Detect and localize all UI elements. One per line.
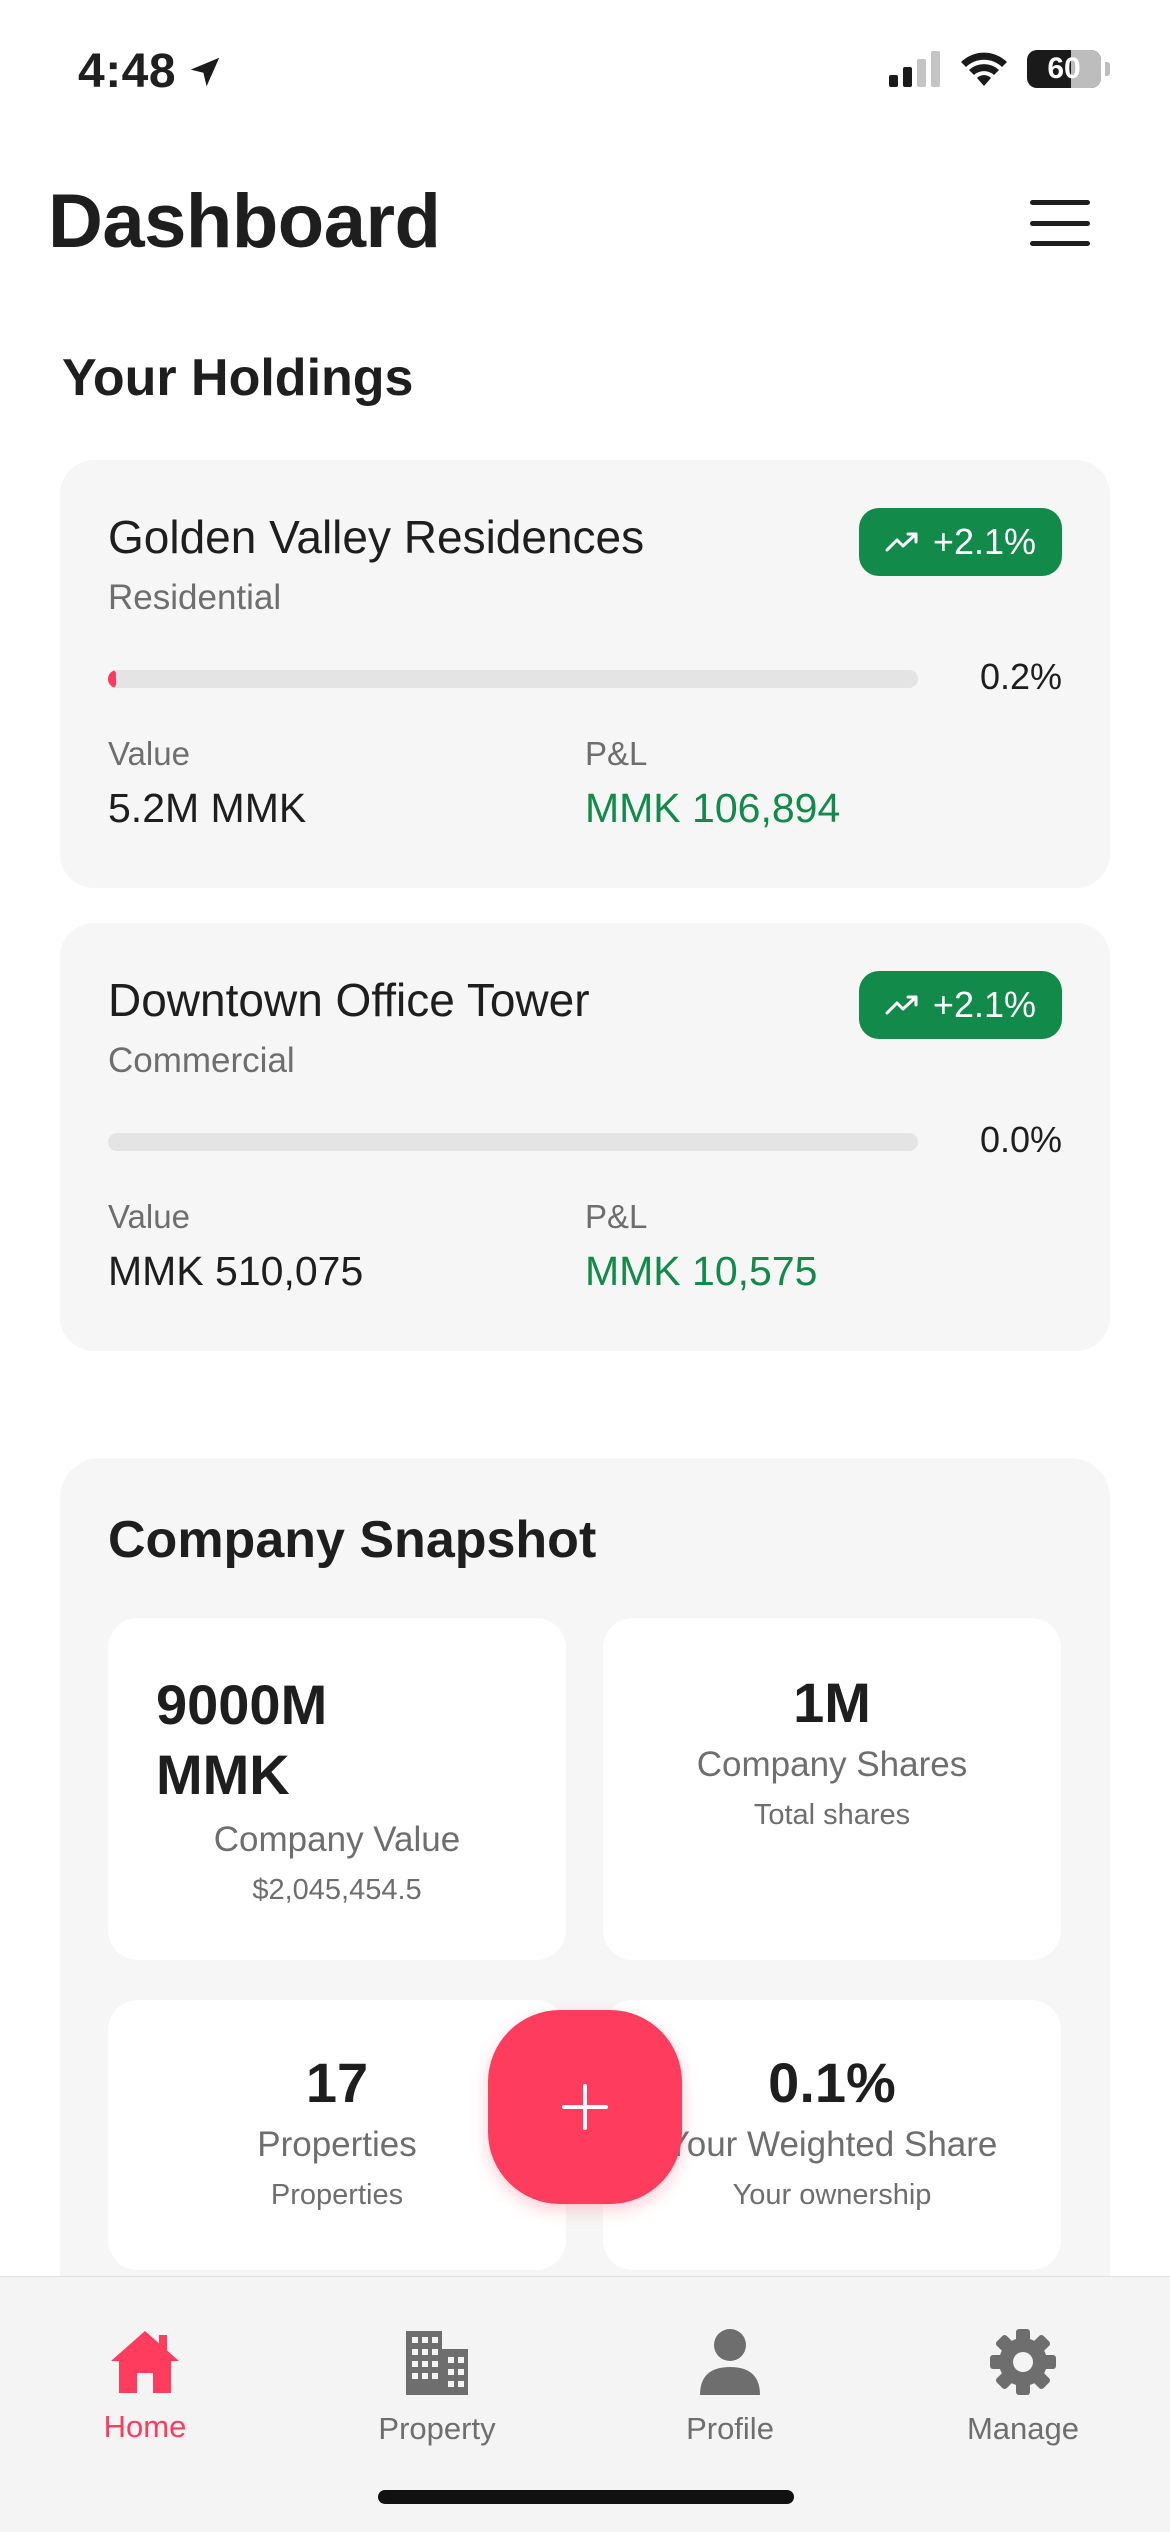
trending-up-icon: [885, 995, 918, 1015]
wifi-icon: [961, 52, 1007, 86]
change-badge: +2.1%: [858, 508, 1062, 576]
change-badge: +2.1%: [858, 971, 1062, 1039]
gear-icon: [990, 2329, 1056, 2395]
pl-label: P&L: [585, 735, 648, 772]
holding-card-downtown-office[interactable]: Downtown Office Tower Commercial +2.1% 0…: [60, 923, 1110, 1351]
tab-profile[interactable]: Profile: [630, 2327, 830, 2447]
holding-name: Golden Valley Residences: [108, 511, 645, 563]
building-icon: [406, 2331, 468, 2395]
status-icons: 60: [889, 50, 1110, 88]
plus-icon: [562, 2084, 608, 2130]
metric-sub: Properties: [270, 2179, 404, 2211]
value-amount: MMK 510,075: [108, 1248, 364, 1294]
metric-value: 1M: [793, 1671, 871, 1734]
metric-value: 9000M MMK: [156, 1673, 328, 1806]
add-fab-button[interactable]: [488, 2010, 682, 2204]
progress-percent: 0.2%: [979, 656, 1062, 697]
pl-label: P&L: [585, 1198, 648, 1235]
pl-amount: MMK 10,575: [585, 1248, 818, 1294]
status-bar: 4:48 60: [0, 0, 1170, 150]
metric-sub: $2,045,454.5: [252, 1874, 422, 1906]
tab-manage[interactable]: Manage: [923, 2327, 1123, 2447]
tab-label: Property: [378, 2411, 496, 2446]
ownership-progress-bar: [108, 670, 918, 688]
metric-sub: Your ownership: [732, 2179, 932, 2211]
metric-company-shares: 1M Company Shares Total shares: [603, 1618, 1061, 1960]
tab-property[interactable]: Property: [337, 2327, 537, 2447]
trending-up-icon: [885, 532, 918, 552]
metric-label: Company Shares: [696, 1745, 968, 1784]
value-label: Value: [108, 735, 190, 772]
battery-icon: 60: [1027, 50, 1101, 88]
holding-card-golden-valley[interactable]: Golden Valley Residences Residential +2.…: [60, 460, 1110, 888]
progress-percent: 0.0%: [979, 1119, 1062, 1160]
home-indicator: [378, 2490, 794, 2504]
ownership-progress-bar: [108, 1133, 918, 1151]
progress-fill: [108, 670, 116, 688]
location-arrow-icon: [190, 57, 220, 86]
battery-level-text: 60: [1047, 52, 1081, 85]
metric-company-value: 9000M MMK Company Value $2,045,454.5: [108, 1618, 566, 1960]
status-time-group: 4:48: [78, 44, 224, 99]
holding-type: Commercial: [108, 1041, 295, 1080]
person-icon: [700, 2329, 760, 2395]
change-value: +2.1%: [932, 984, 1036, 1025]
tab-label: Home: [103, 2409, 187, 2444]
tab-label: Profile: [686, 2411, 774, 2446]
holding-name: Downtown Office Tower: [108, 974, 590, 1026]
hamburger-menu-icon[interactable]: [1030, 200, 1090, 246]
metric-label: Company Value: [213, 1820, 461, 1859]
value-label: Value: [108, 1198, 190, 1235]
page-title: Dashboard: [48, 179, 441, 264]
home-icon: [111, 2331, 179, 2393]
holdings-section-title: Your Holdings: [62, 349, 414, 407]
battery-tip: [1105, 62, 1110, 76]
tab-label: Manage: [966, 2411, 1080, 2446]
cellular-signal-icon: [889, 51, 940, 87]
holding-type: Residential: [108, 578, 282, 617]
metric-sub: Total shares: [753, 1799, 911, 1831]
status-time: 4:48: [78, 45, 177, 98]
pl-amount: MMK 106,894: [585, 785, 841, 831]
tab-home[interactable]: Home: [45, 2327, 245, 2445]
change-value: +2.1%: [932, 521, 1036, 562]
value-amount: 5.2M MMK: [108, 785, 307, 831]
snapshot-title: Company Snapshot: [108, 1511, 597, 1569]
dashboard-screen: 4:48 60 Dashboard Your Holdings Golden V…: [0, 0, 1170, 2532]
